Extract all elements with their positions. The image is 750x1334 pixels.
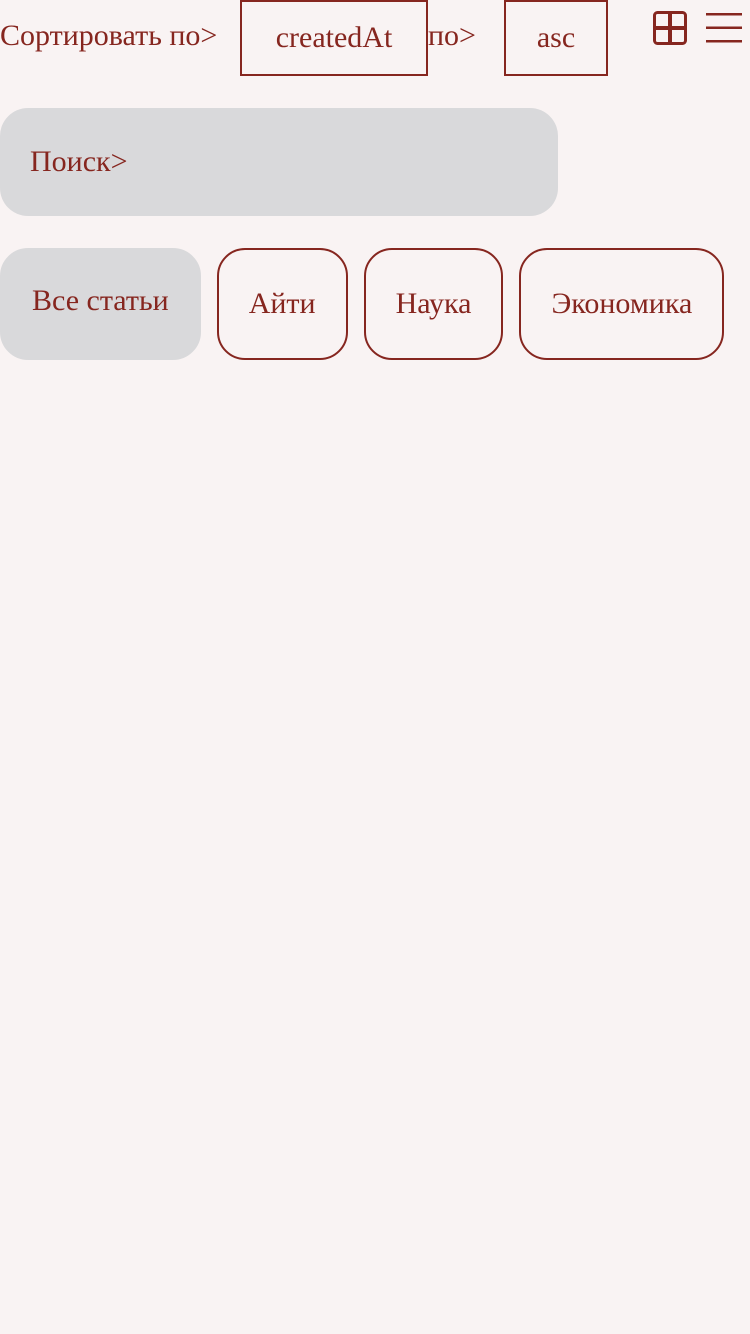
sort-field-select[interactable]: createdAt [240, 0, 428, 76]
list-view-icon[interactable] [706, 10, 742, 46]
sort-order-label: по> [428, 19, 476, 52]
category-tabs: Все статьи Айти Наука Экономика [0, 248, 725, 360]
search-bar[interactable]: Поиск> [0, 108, 558, 216]
sort-by-label: Сортировать по> [0, 19, 218, 52]
tab-economics[interactable]: Экономика [519, 248, 725, 360]
view-toggle [652, 10, 742, 46]
sort-order-select[interactable]: asc [504, 0, 608, 76]
tab-it[interactable]: Айти [216, 248, 348, 360]
search-input[interactable] [131, 145, 558, 179]
grid-view-icon[interactable] [652, 10, 688, 46]
tab-all-articles[interactable]: Все статьи [0, 248, 201, 360]
search-label: Поиск> [30, 145, 128, 178]
tab-science[interactable]: Наука [363, 248, 504, 360]
